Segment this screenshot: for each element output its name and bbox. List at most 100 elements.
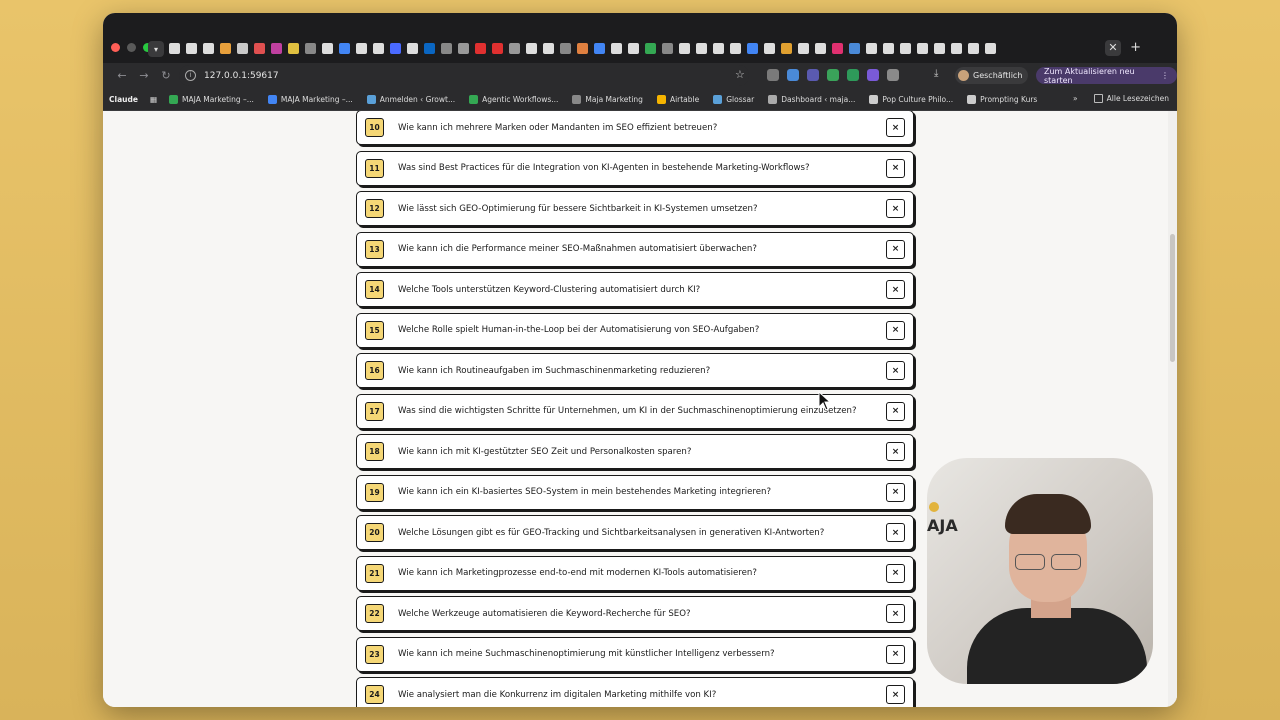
remove-question-button[interactable]: × [886,401,905,421]
tab-favicon-icon[interactable] [832,43,843,54]
bookmark-item[interactable]: Agentic Workflows... [469,94,558,104]
tab-favicon-icon[interactable] [424,43,435,54]
tab-favicon-icon[interactable] [458,43,469,54]
tab-favicon-icon[interactable] [713,43,724,54]
tab-favicon-icon[interactable] [186,43,197,54]
bookmark-item[interactable]: Maja Marketing [572,94,643,104]
faq-row[interactable]: 14 Welche Tools unterstützen Keyword-Clus… [356,272,914,307]
tab-favicon-icon[interactable] [390,43,401,54]
tab-favicon-icon[interactable] [594,43,605,54]
tab-favicon-icon[interactable] [679,43,690,54]
update-button[interactable]: Zum Aktualisieren neu starten ⋮ [1036,67,1177,85]
bookmark-item[interactable]: Dashboard ‹ maja... [768,94,855,104]
apps-grid-icon[interactable]: ▦ [150,95,157,104]
tab-favicon-icon[interactable] [917,43,928,54]
tab-favicon-icon[interactable] [883,43,894,54]
tab-favicon-icon[interactable] [526,43,537,54]
bookmark-item[interactable]: Anmelden ‹ Growt... [366,94,455,104]
profile-button[interactable]: Geschäftlich [955,67,1029,84]
bookmark-claude[interactable]: Claude [109,95,138,104]
remove-question-button[interactable]: × [886,685,905,704]
tab-favicon-icon[interactable] [611,43,622,54]
bookmark-item[interactable]: Pop Culture Philo... [869,94,953,104]
tab-favicon-icon[interactable] [815,43,826,54]
tab-favicon-icon[interactable] [339,43,350,54]
remove-question-button[interactable]: × [886,604,905,623]
tab-favicon-icon[interactable] [747,43,758,54]
bookmark-item[interactable]: Prompting Kurs [967,94,1037,104]
tab-favicon-icon[interactable] [560,43,571,54]
tab-favicon-icon[interactable] [730,43,741,54]
remove-question-button[interactable]: × [886,199,905,218]
remove-question-button[interactable]: × [886,482,905,502]
remove-question-button[interactable]: × [886,442,905,461]
tab-favicon-icon[interactable] [577,43,588,54]
tab-favicon-icon[interactable] [271,43,282,54]
tab-favicon-icon[interactable] [968,43,979,54]
remove-question-button[interactable]: × [886,320,905,340]
remove-question-button[interactable]: × [886,239,905,259]
tab-favicon-icon[interactable] [798,43,809,54]
minimize-window-button[interactable] [127,43,136,52]
tab-favicon-icon[interactable] [407,43,418,54]
back-icon[interactable]: ← [111,69,133,82]
address-bar[interactable]: i 127.0.0.1:59617 [179,65,749,86]
tab-favicon-icon[interactable] [849,43,860,54]
puzzle-icon[interactable] [887,69,899,81]
tab-favicon-icon[interactable] [781,43,792,54]
tab-favicon-icon[interactable] [662,43,673,54]
faq-row[interactable]: 21 Wie kann ich Marketingprozesse end-to-… [356,555,914,591]
faq-row[interactable]: 18 Wie kann ich mit KI-gestützter SEO Zei… [356,434,914,469]
bookmark-item[interactable]: MAJA Marketing –... [267,94,353,104]
tab-favicon-icon[interactable] [441,43,452,54]
extension-icon[interactable] [807,69,819,81]
faq-row[interactable]: 24 Wie analysiert man die Konkurrenz im d… [356,677,914,707]
tab-favicon-icon[interactable] [934,43,945,54]
remove-question-button[interactable]: × [886,158,905,178]
tab-favicon-icon[interactable] [220,43,231,54]
close-window-button[interactable] [111,43,120,52]
new-tab-button[interactable]: + [1130,40,1141,56]
extension-icon[interactable] [847,69,859,81]
faq-row[interactable]: 20 Welche Lösungen gibt es für GEO-Tracki… [356,515,914,550]
bookmarks-overflow-icon[interactable]: » [1073,94,1078,103]
extension-icon[interactable] [787,69,799,81]
remove-question-button[interactable]: × [886,644,905,664]
extension-icon[interactable] [827,69,839,81]
tab-favicon-icon[interactable] [254,43,265,54]
faq-row[interactable]: 13 Wie kann ich die Performance meiner SE… [356,231,914,267]
faq-row[interactable]: 12 Wie lässt sich GEO-Optimierung für bes… [356,191,914,226]
tab-favicon-icon[interactable] [696,43,707,54]
faq-row[interactable]: 22 Welche Werkzeuge automatisieren die Ke… [356,596,914,631]
tab-favicon-icon[interactable] [866,43,877,54]
remove-question-button[interactable]: × [886,563,905,583]
extension-icon[interactable] [767,69,779,81]
tab-favicon-icon[interactable] [764,43,775,54]
menu-dots-icon[interactable]: ⋮ [1161,71,1169,80]
tab-favicon-icon[interactable] [985,43,996,54]
tab-favicon-icon[interactable] [237,43,248,54]
faq-row[interactable]: 23 Wie kann ich meine Suchmaschinenoptimi… [356,636,914,672]
remove-question-button[interactable]: × [886,523,905,542]
scrollbar-thumb[interactable] [1170,234,1175,362]
faq-row[interactable]: 10 Wie kann ich mehrere Marken oder Manda… [356,111,914,145]
tab-favicon-icon[interactable] [628,43,639,54]
remove-question-button[interactable]: × [886,361,905,380]
forward-icon[interactable]: → [133,69,155,82]
bookmark-item[interactable]: MAJA Marketing –... [169,94,254,104]
extension-icon[interactable] [867,69,879,81]
tab-favicon-icon[interactable] [373,43,384,54]
remove-question-button[interactable]: × [886,280,905,299]
tab-favicon-icon[interactable] [288,43,299,54]
tab-favicon-icon[interactable] [645,43,656,54]
tab-favicon-icon[interactable] [356,43,367,54]
tab-favicon-icon[interactable] [492,43,503,54]
close-tab-icon[interactable]: ✕ [1105,40,1121,56]
tab-search-icon[interactable]: ▾ [148,41,164,57]
tab-favicon-icon[interactable] [509,43,520,54]
faq-row[interactable]: 16 Wie kann ich Routineaufgaben im Suchma… [356,353,914,388]
tab-favicon-icon[interactable] [169,43,180,54]
all-bookmarks-folder[interactable]: Alle Lesezeichen [1093,94,1169,103]
bookmark-item[interactable]: Airtable [656,94,699,104]
tab-favicon-icon[interactable] [543,43,554,54]
